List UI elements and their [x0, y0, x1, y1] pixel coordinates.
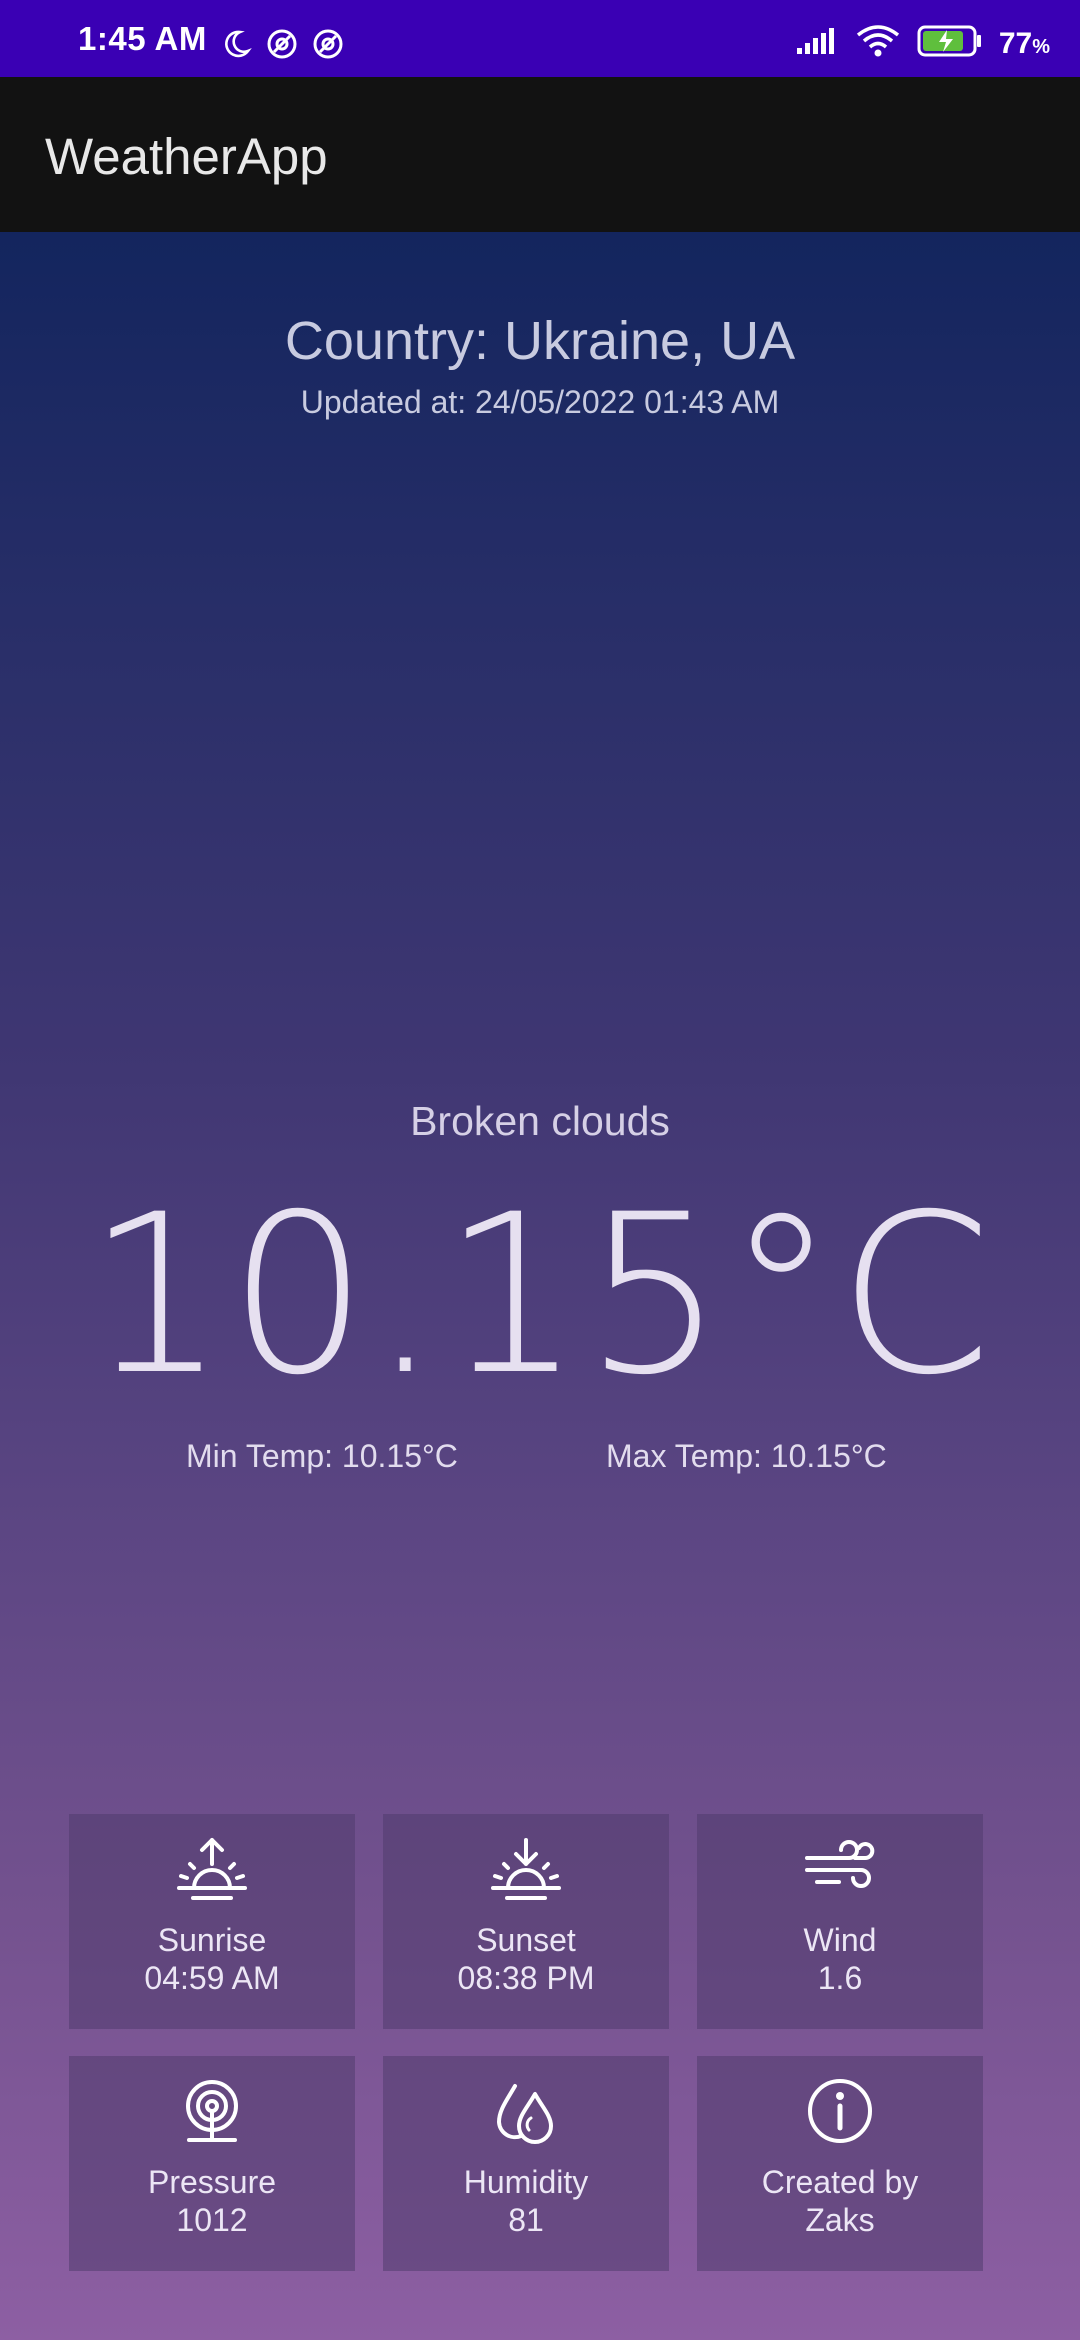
tile-humidity: Humidity 81 [383, 2056, 669, 2271]
tile-value: 1.6 [817, 1960, 863, 1997]
tile-label: Created by [761, 2164, 919, 2200]
status-time: 1:45 AM [78, 20, 207, 57]
app-title: WeatherApp [45, 128, 328, 185]
status-bar: 1:45 AM 77% [0, 0, 1080, 77]
wind-icon [803, 1814, 877, 1907]
tile-created-by: Created by Zaks [697, 2056, 983, 2271]
tile-value: 81 [508, 2202, 544, 2239]
battery-charging-icon [917, 24, 983, 63]
tile-value: 1012 [176, 2202, 248, 2239]
app-bar: WeatherApp [0, 77, 1080, 232]
min-temp: Min Temp: 10.15°C [186, 1438, 458, 1474]
tile-value: 04:59 AM [144, 1960, 280, 1997]
tile-sunset: Sunset 08:38 PM [383, 1814, 669, 2029]
tile-sunrise: Sunrise 04:59 AM [69, 1814, 355, 2029]
tile-pressure: Pressure 1012 [69, 2056, 355, 2271]
tile-value: Zaks [805, 2202, 875, 2239]
info-icon [803, 2056, 877, 2149]
tile-label: Humidity [463, 2164, 589, 2200]
max-temp: Max Temp: 10.15°C [606, 1438, 887, 1474]
tile-value: 08:38 PM [457, 1960, 595, 1997]
updated-at-label: Updated at: 24/05/2022 01:43 AM [300, 384, 780, 420]
wifi-icon [855, 24, 901, 63]
pressure-icon [175, 2056, 249, 2149]
tile-label: Wind [803, 1922, 877, 1958]
notification-app-icon-2 [312, 28, 344, 65]
sunset-icon [489, 1814, 563, 1907]
signal-icon [795, 26, 839, 61]
humidity-icon [489, 2056, 563, 2149]
country-label: Country: Ukraine, UA [284, 311, 796, 371]
do-not-disturb-moon-icon [220, 28, 252, 65]
sunrise-icon [175, 1814, 249, 1907]
tile-wind: Wind 1.6 [697, 1814, 983, 2029]
status-right-icons: 77% [795, 24, 1050, 63]
weather-main: Country: Ukraine, UA Updated at: 24/05/2… [0, 232, 1080, 2340]
notification-app-icon [266, 28, 298, 65]
status-left-icons [220, 28, 344, 65]
tile-label: Sunrise [157, 1922, 267, 1958]
battery-percent: 77% [998, 26, 1050, 60]
current-temperature: 10.15°C [86, 1167, 994, 1423]
tile-label: Pressure [147, 2164, 277, 2200]
weather-condition: Broken clouds [410, 1098, 670, 1144]
tile-label: Sunset [476, 1922, 576, 1958]
